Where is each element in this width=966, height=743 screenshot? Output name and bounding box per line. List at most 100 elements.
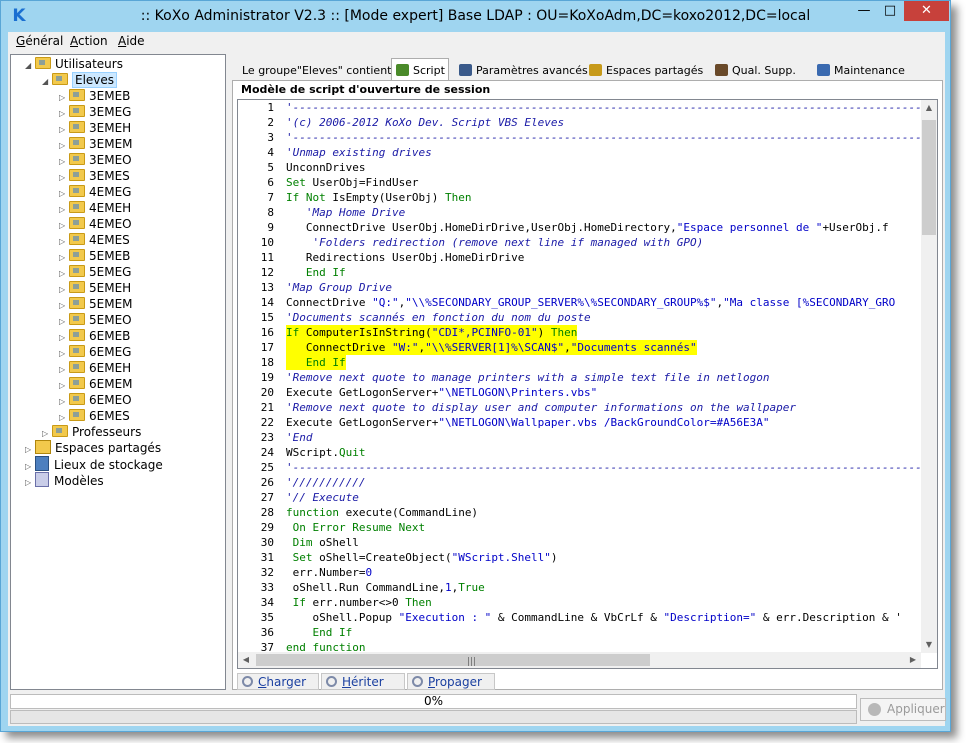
code-line[interactable]: Set oShell=CreateObject("WScript.Shell") [286,550,558,565]
title-bar[interactable]: K :: KoXo Administrator V2.3 :: [Mode ex… [1,1,950,32]
vertical-scroll-thumb[interactable] [922,120,936,235]
tab-script[interactable]: Script [391,58,449,82]
tab-label: Maintenance [834,64,905,77]
line-number: 19 [260,371,274,384]
apply-button[interactable]: Appliquer [860,698,946,721]
code-line[interactable]: WScript.Quit [286,445,365,460]
tree-item-class-3emeg[interactable]: ▷ 3EMEG [59,104,131,120]
code-line[interactable]: If err.number<>0 Then [286,595,432,610]
tree-item-class-5emeb[interactable]: ▷ 5EMEB [59,248,130,264]
vertical-scrollbar[interactable]: ▲ ▼ [921,100,937,653]
line-number: 11 [260,251,274,264]
propager-button[interactable]: Propager [407,673,495,690]
code-line[interactable]: ConnectDrive UserObj.HomeDirDrive,UserOb… [286,220,889,235]
progress-text: 0% [423,694,444,708]
expanded-arrow-icon[interactable]: ◢ [42,74,52,90]
tree-item-class-4emeh[interactable]: ▷ 4EMEH [59,200,131,216]
tab-maintenance[interactable]: Maintenance [813,61,911,81]
tree-item-class-5emeg[interactable]: ▷ 5EMEG [59,264,131,280]
code-line[interactable]: Dim oShell [286,535,359,550]
menu-aide[interactable]: Aide [118,34,145,48]
code-line[interactable]: ConnectDrive "Q:","\\%SECONDARY_GROUP_SE… [286,295,895,310]
code-line[interactable]: function execute(CommandLine) [286,505,478,520]
code-line[interactable]: End If [286,625,353,640]
tree-item-class-3emem[interactable]: ▷ 3EMEM [59,136,133,152]
code-line[interactable]: Set UserObj=FindUser [286,175,418,190]
tree-item-class-6emeh[interactable]: ▷ 6EMEH [59,360,131,376]
minimize-button[interactable]: — [851,1,877,21]
tree-item-class-3emes[interactable]: ▷ 3EMES [59,168,130,184]
tree-item-class-6emeo[interactable]: ▷ 6EMEO [59,392,132,408]
code-area[interactable]: '---------------------------------------… [286,100,936,653]
code-line[interactable]: Redirections UserObj.HomeDirDrive [286,250,525,265]
collapsed-arrow-icon[interactable]: ▷ [25,475,35,491]
tree-view[interactable]: ◢ Utilisateurs ◢ Eleves ▷ 3EMEB ▷ 3EMEG ▷ 3EMEH ▷ 3… [10,54,226,690]
tree-item-professeurs[interactable]: ▷ Professeurs [42,424,141,440]
tree-item-eleves[interactable]: ◢ Eleves [42,72,118,90]
code-line[interactable]: '---------------------------------------… [286,130,936,145]
tree-item-class-6emes[interactable]: ▷ 6EMES [59,408,130,424]
scroll-down-arrow-icon[interactable]: ▼ [921,637,937,653]
code-line[interactable]: 'Documents scannés en fonction du nom du… [286,310,591,325]
tree-item-espaces-partages[interactable]: ▷ Espaces partagés [25,440,161,456]
heriter-button[interactable]: Hériter [321,673,405,690]
code-line[interactable]: 'Remove next quote to manage printers wi… [286,370,769,385]
menu-action[interactable]: Action [70,34,108,48]
tree-item-utilisateurs[interactable]: ◢ Utilisateurs [25,56,123,72]
code-line[interactable]: oShell.Popup "Execution : " & CommandLin… [286,610,901,625]
script-editor[interactable]: 1 2 3 4 5 6 7 8 9 10 11 12 13 14 15 16 17 18 19 20 21 22 23 24 2… [237,99,938,669]
tree-item-class-6emem[interactable]: ▷ 6EMEM [59,376,133,392]
tree-item-class-4emeg[interactable]: ▷ 4EMEG [59,184,131,200]
code-line[interactable]: '---------------------------------------… [286,460,936,475]
tree-item-class-3emeo[interactable]: ▷ 3EMEO [59,152,132,168]
code-line[interactable]: If ComputerIsInString("CDI*,PCINFO-01") … [286,325,578,340]
code-line[interactable]: err.Number=0 [286,565,373,580]
tree-item-class-6emeg[interactable]: ▷ 6EMEG [59,344,131,360]
tab-le-groupe-eleves-contient[interactable]: Le groupe"Eleves" contient [238,61,394,81]
horizontal-scrollbar[interactable]: ◀ ||| ▶ [238,652,921,668]
tree-item-label: Lieux de stockage [54,458,163,472]
code-line[interactable]: 'Map Group Drive [286,280,392,295]
tree-item-modeles[interactable]: ▷ Modèles [25,472,104,488]
tree-item-class-4emeo[interactable]: ▷ 4EMEO [59,216,132,232]
charger-button[interactable]: Charger [237,673,319,690]
code-line[interactable]: End If [286,355,346,370]
code-line[interactable]: Execute GetLogonServer+"\NETLOGON\Wallpa… [286,415,769,430]
tree-item-class-3emeb[interactable]: ▷ 3EMEB [59,88,130,104]
code-line[interactable]: '(c) 2006-2012 KoXo Dev. Script VBS Elev… [286,115,564,130]
code-line[interactable]: 'Folders redirection (remove next line i… [286,235,704,250]
tree-item-class-5emeo[interactable]: ▷ 5EMEO [59,312,132,328]
menu-général[interactable]: Général [16,34,63,48]
code-line[interactable]: ConnectDrive "W:","\\%SERVER[1]%\SCAN$",… [286,340,697,355]
code-line[interactable]: 'Unmap existing drives [286,145,432,160]
code-line[interactable]: 'End [286,430,313,445]
tab-qual-supp[interactable]: Qual. Supp. [711,61,815,81]
code-line[interactable]: UnconnDrives [286,160,365,175]
tree-item-class-5emem[interactable]: ▷ 5EMEM [59,296,133,312]
tree-item-class-3emeh[interactable]: ▷ 3EMEH [59,120,131,136]
code-line[interactable]: '/////////// [286,475,365,490]
horizontal-scroll-thumb[interactable]: ||| [256,654,650,667]
folder-icon [69,201,85,213]
code-line[interactable]: End If [286,265,346,280]
tree-item-lieux-de-stockage[interactable]: ▷ Lieux de stockage [25,456,163,472]
code-line[interactable]: oShell.Run CommandLine,1,True [286,580,485,595]
scroll-left-arrow-icon[interactable]: ◀ [238,652,254,668]
tree-item-class-4emes[interactable]: ▷ 4EMES [59,232,130,248]
tree-item-class-5emeh[interactable]: ▷ 5EMEH [59,280,131,296]
close-button[interactable]: ✕ [904,1,949,21]
code-line[interactable]: On Error Resume Next [286,520,425,535]
code-line[interactable]: '// Execute [286,490,359,505]
expanded-arrow-icon[interactable]: ◢ [25,58,35,74]
tab-espaces-partagés[interactable]: Espaces partagés [585,61,713,81]
code-line[interactable]: 'Map Home Drive [286,205,405,220]
scroll-right-arrow-icon[interactable]: ▶ [905,652,921,668]
code-line[interactable]: '---------------------------------------… [286,100,936,115]
tree-item-class-6emeb[interactable]: ▷ 6EMEB [59,328,130,344]
tab-paramètres-avancés[interactable]: Paramètres avancés [455,61,588,81]
code-line[interactable]: If Not IsEmpty(UserObj) Then [286,190,471,205]
maximize-button[interactable]: □ [877,1,903,21]
code-line[interactable]: 'Remove next quote to display user and c… [286,400,796,415]
code-line[interactable]: Execute GetLogonServer+"\NETLOGON\Printe… [286,385,597,400]
scroll-up-arrow-icon[interactable]: ▲ [921,100,937,116]
